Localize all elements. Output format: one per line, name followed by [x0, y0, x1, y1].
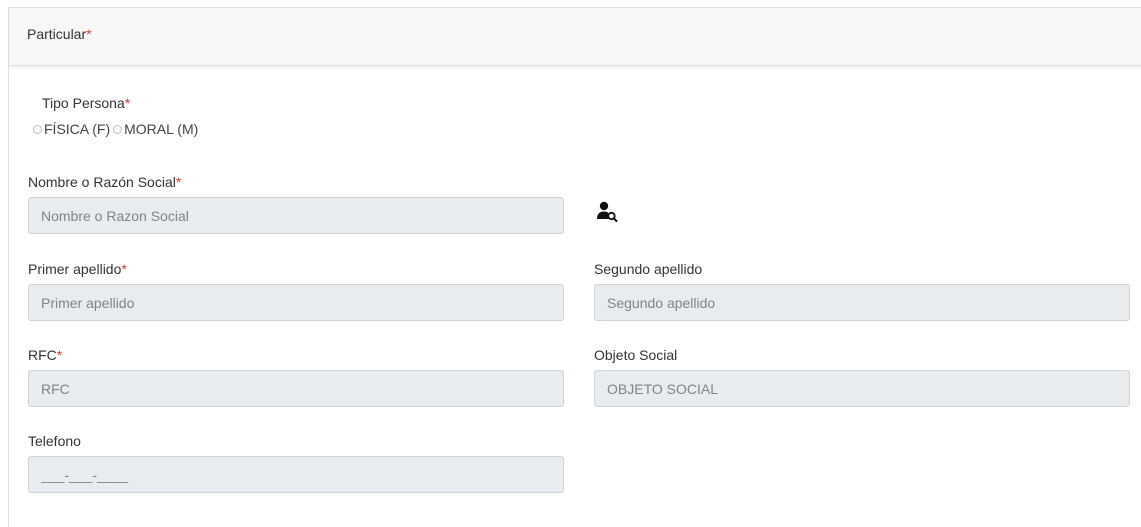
segundo-apellido-label-text: Segundo apellido — [594, 261, 703, 277]
user-search-icon-svg — [597, 201, 618, 222]
primer-apellido-label: Primer apellido* — [28, 261, 127, 277]
radio-fisica[interactable]: FÍSICA (F) — [33, 121, 110, 137]
required-mark: * — [124, 95, 131, 111]
radio-circle-icon[interactable] — [113, 124, 123, 134]
tipo-persona-radio-group: FÍSICA (F) MORAL (M) — [33, 121, 201, 137]
radio-circle-icon[interactable] — [33, 124, 42, 134]
nombre-label: Nombre o Razón Social* — [28, 174, 181, 190]
telefono-label-text: Telefono — [28, 433, 81, 449]
particular-card: Particular* — [8, 7, 1141, 527]
required-mark: * — [86, 26, 92, 42]
card-header: Particular* — [9, 8, 1141, 66]
objeto-social-label-text: Objeto Social — [594, 347, 678, 363]
primer-apellido-input[interactable] — [28, 284, 564, 321]
telefono-label: Telefono — [28, 433, 81, 449]
nombre-input[interactable] — [28, 197, 564, 234]
telefono-input[interactable] — [28, 456, 564, 493]
required-mark: * — [56, 347, 63, 363]
rfc-label-text: RFC — [28, 347, 57, 363]
objeto-social-label: Objeto Social — [594, 347, 677, 363]
nombre-label-text: Nombre o Razón Social — [28, 174, 176, 190]
rfc-input[interactable] — [28, 370, 564, 407]
tipo-persona-label: Tipo Persona* — [42, 95, 130, 111]
objeto-social-input[interactable] — [594, 370, 1130, 407]
required-mark: * — [175, 174, 182, 190]
radio-fisica-label: FÍSICA (F) — [44, 121, 111, 137]
card-title-text: Particular — [27, 26, 87, 42]
segundo-apellido-label: Segundo apellido — [594, 261, 702, 277]
card-title: Particular* — [27, 26, 92, 42]
user-search-icon[interactable] — [595, 199, 619, 223]
radio-moral[interactable]: MORAL (M) — [113, 121, 198, 137]
tipo-persona-label-text: Tipo Persona — [42, 95, 125, 111]
radio-moral-label: MORAL (M) — [124, 121, 199, 137]
rfc-label: RFC* — [28, 347, 62, 363]
segundo-apellido-input[interactable] — [594, 284, 1130, 321]
primer-apellido-label-text: Primer apellido — [28, 261, 122, 277]
required-mark: * — [121, 261, 127, 277]
